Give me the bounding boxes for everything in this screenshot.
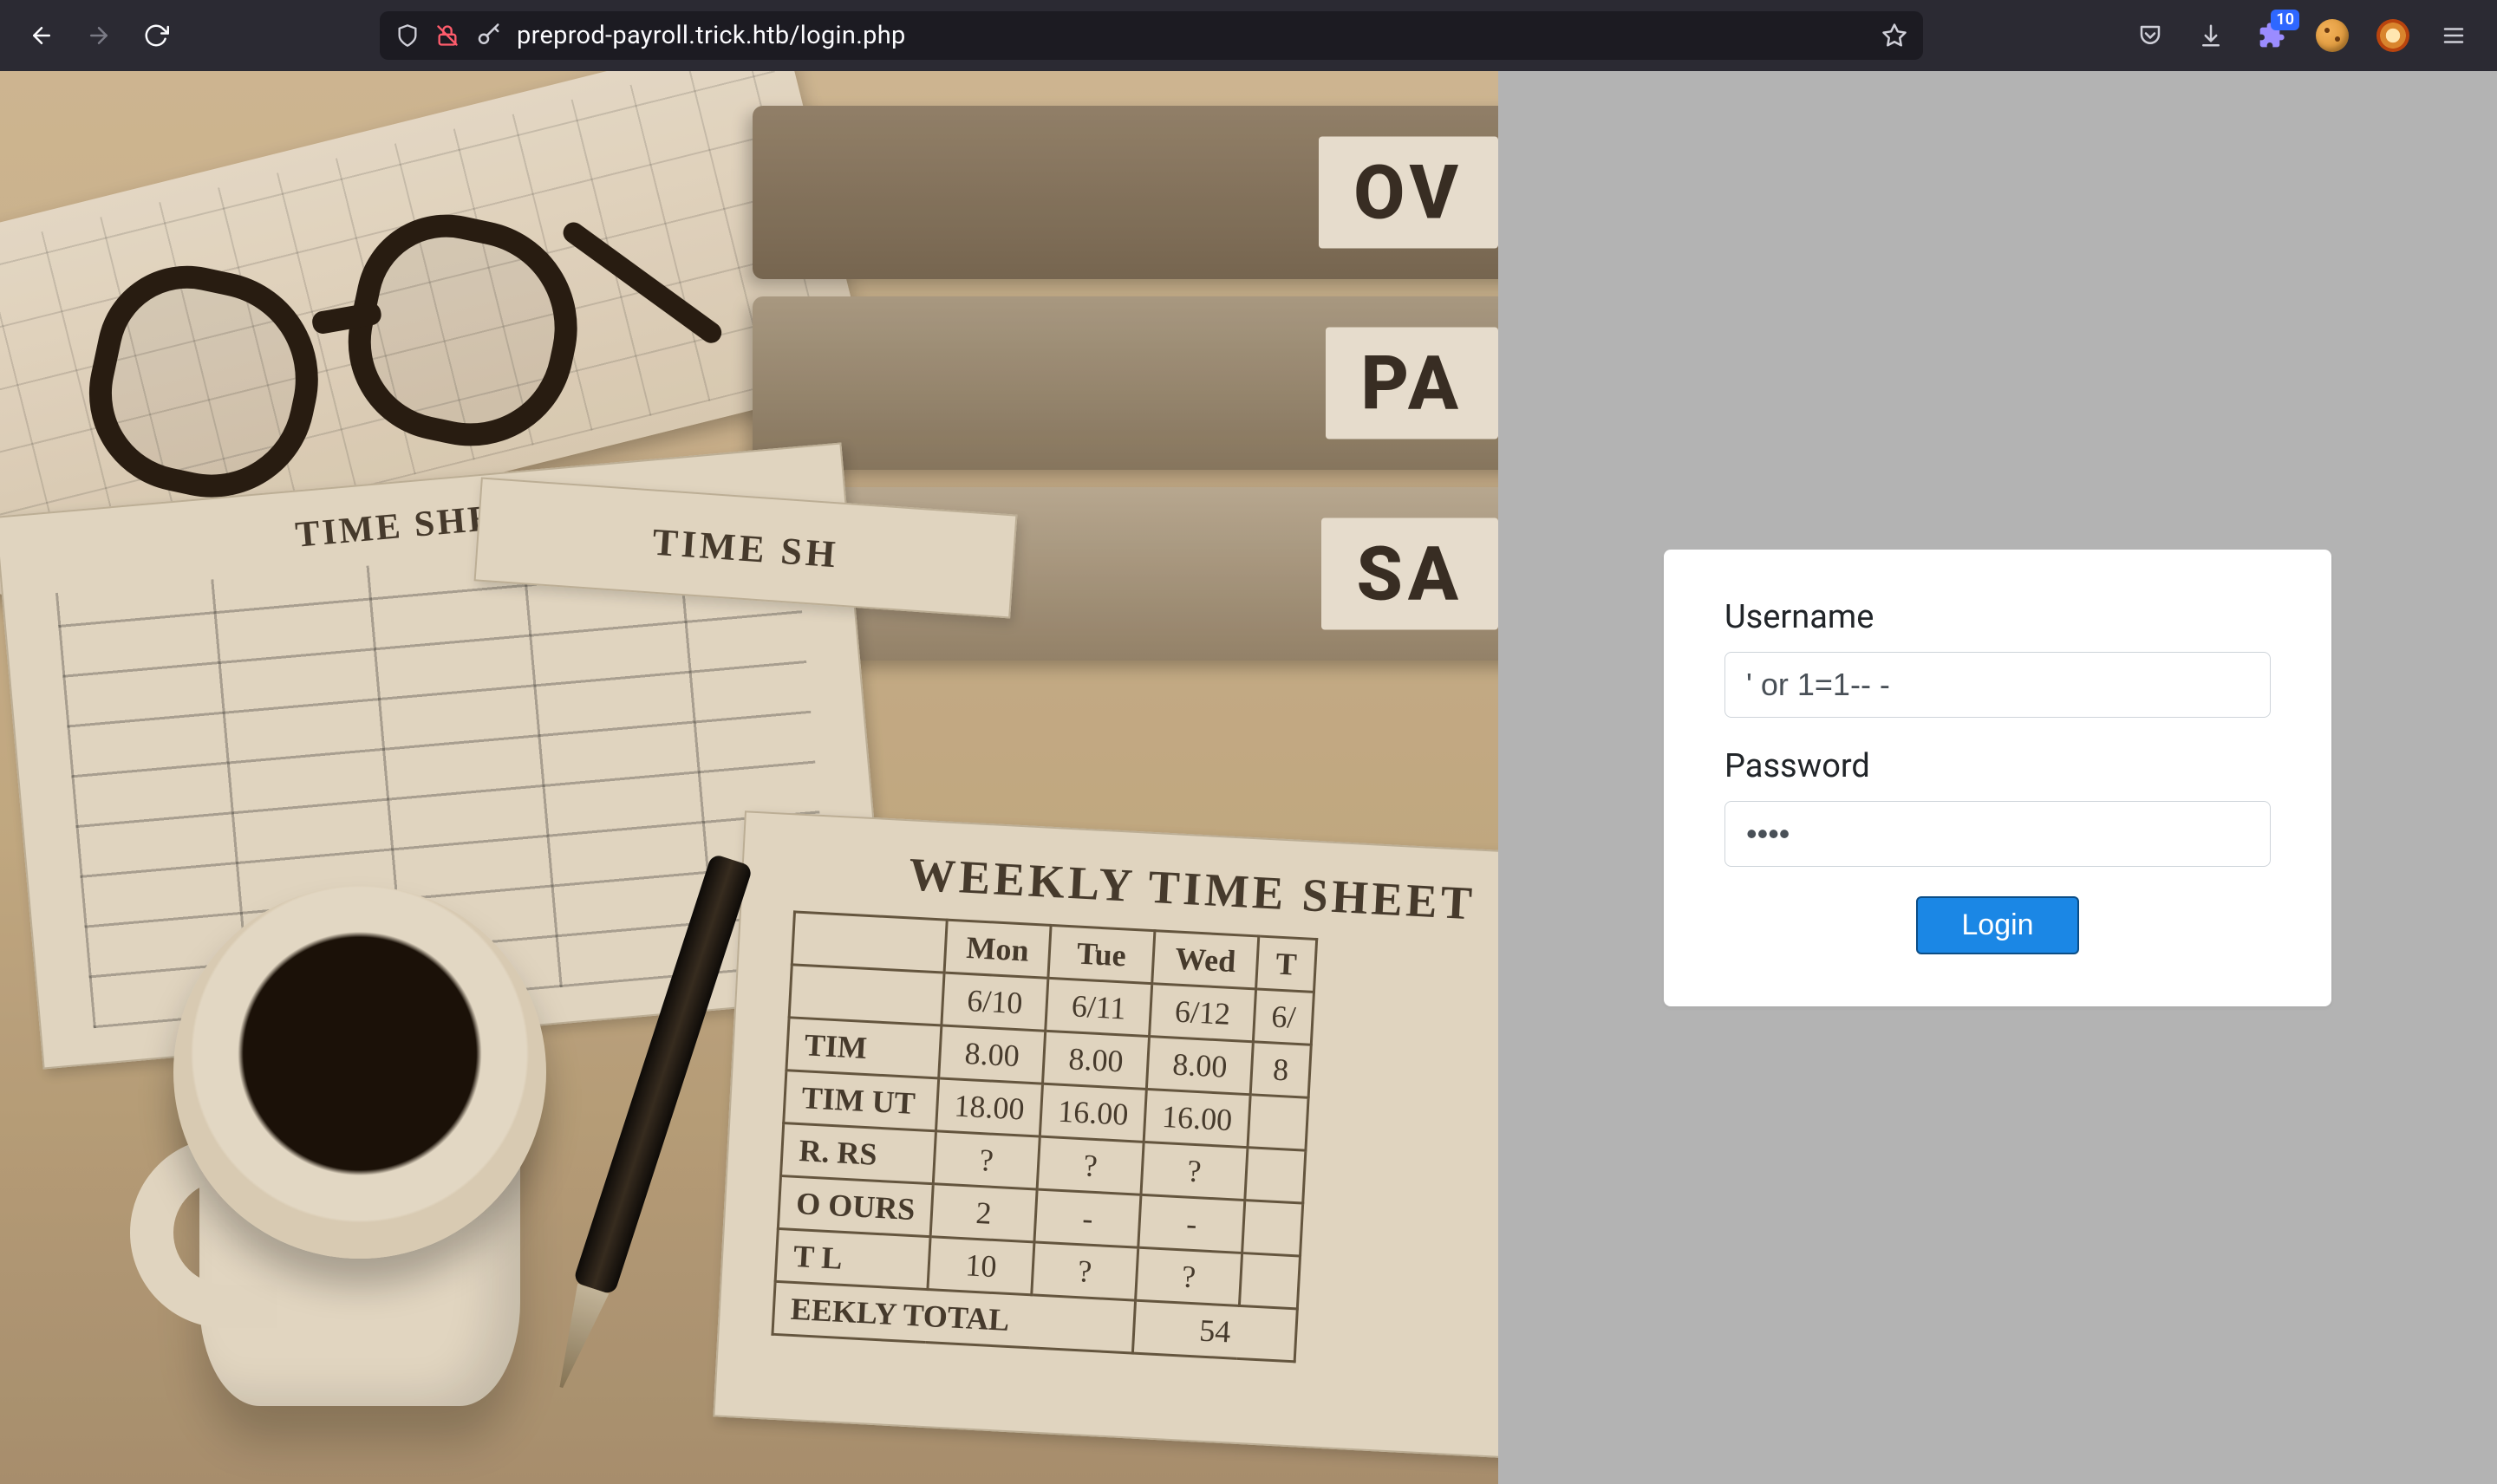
address-bar[interactable]: preprod-payroll.trick.htb/login.php: [380, 11, 1923, 60]
key-icon[interactable]: [475, 23, 501, 49]
toolbar-right: 10: [2133, 18, 2480, 53]
login-panel: Username Password Login: [1498, 71, 2497, 1484]
downloads-icon[interactable]: [2194, 18, 2228, 53]
login-form: Username Password Login: [1664, 550, 2331, 1006]
pocket-icon[interactable]: [2133, 18, 2168, 53]
url-text: preprod-payroll.trick.htb/login.php: [517, 21, 906, 50]
page-content: OV PA SA TIME SHEET TIME SH WEEKLY TIME …: [0, 71, 2497, 1484]
extension-swirl-icon[interactable]: [2376, 18, 2410, 53]
password-label: Password: [1724, 747, 2271, 785]
app-menu-icon[interactable]: [2436, 18, 2471, 53]
reload-button[interactable]: [132, 11, 180, 60]
lock-insecure-icon[interactable]: [435, 23, 460, 48]
back-button[interactable]: [17, 11, 66, 60]
extensions-icon[interactable]: 10: [2254, 18, 2289, 53]
password-input[interactable]: [1724, 801, 2271, 867]
shield-icon[interactable]: [395, 23, 420, 48]
hero-image: OV PA SA TIME SHEET TIME SH WEEKLY TIME …: [0, 71, 1498, 1484]
login-button[interactable]: Login: [1916, 896, 2078, 954]
browser-toolbar: preprod-payroll.trick.htb/login.php 10: [0, 0, 2497, 71]
username-label: Username: [1724, 598, 2271, 636]
extensions-badge: 10: [2271, 10, 2299, 30]
extension-cookie-icon[interactable]: [2315, 18, 2350, 53]
forward-button[interactable]: [75, 11, 123, 60]
bookmark-star-icon[interactable]: [1881, 23, 1907, 49]
username-input[interactable]: [1724, 652, 2271, 718]
